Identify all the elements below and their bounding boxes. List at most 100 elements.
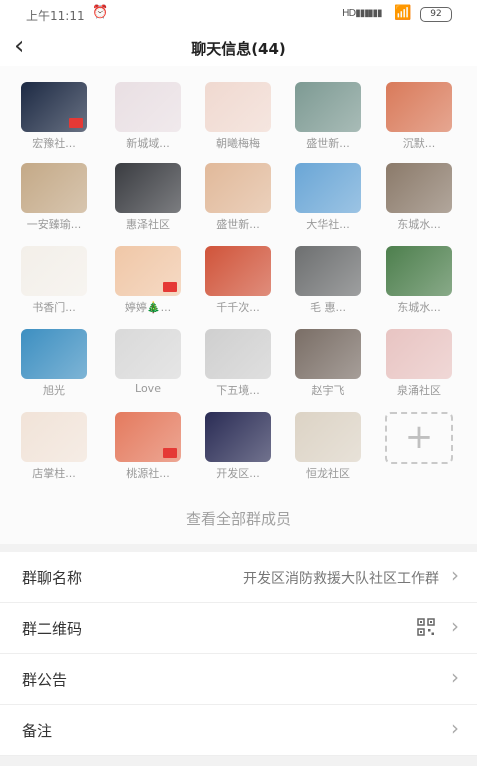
- group-settings: 群聊名称 开发区消防救援大队社区工作群 › 群二维码 › 群公告 › 备注 ›: [0, 552, 477, 756]
- avatar[interactable]: [21, 329, 87, 379]
- member-name: Love: [135, 382, 161, 395]
- member-name: 朝曦梅梅: [216, 137, 260, 150]
- chevron-right-icon: ›: [451, 665, 459, 689]
- remark-row[interactable]: 备注 ›: [0, 705, 477, 756]
- member-item[interactable]: Love: [112, 329, 184, 395]
- member-item[interactable]: 宏豫社...: [18, 82, 90, 151]
- member-item[interactable]: 开发区...: [202, 412, 274, 481]
- wifi-icon: 📶: [394, 5, 412, 21]
- member-item[interactable]: 东城水...: [383, 246, 455, 315]
- member-item[interactable]: 千千次...: [202, 246, 274, 315]
- member-name: 毛 惠...: [310, 301, 346, 314]
- member-name: 赵宇飞: [311, 384, 345, 397]
- avatar[interactable]: [21, 163, 87, 213]
- member-name: 恒龙社区: [306, 467, 350, 480]
- avatar[interactable]: [295, 246, 361, 296]
- group-name-label: 群聊名称: [22, 569, 83, 587]
- chevron-right-icon: ›: [451, 716, 459, 740]
- battery-icon: 92: [420, 7, 452, 22]
- member-item[interactable]: 恒龙社区: [292, 412, 364, 481]
- member-item[interactable]: 赵宇飞: [292, 329, 364, 398]
- member-item[interactable]: 旭光: [18, 329, 90, 398]
- group-notice-label: 群公告: [22, 671, 68, 689]
- group-name-row[interactable]: 群聊名称 开发区消防救援大队社区工作群 ›: [0, 552, 477, 603]
- avatar[interactable]: [205, 82, 271, 132]
- member-item[interactable]: 东城水...: [383, 163, 455, 232]
- alarm-icon: ⏰: [92, 5, 109, 20]
- avatar[interactable]: [386, 82, 452, 132]
- status-time: 上午11:11: [26, 9, 85, 23]
- member-name: 宏豫社...: [32, 137, 76, 150]
- avatar[interactable]: [386, 246, 452, 296]
- member-name: 书香门...: [32, 301, 76, 314]
- member-name: 下五境...: [216, 384, 260, 397]
- member-item[interactable]: 沉默...: [383, 82, 455, 151]
- remark-label: 备注: [22, 722, 53, 740]
- member-name: 东城水...: [397, 301, 441, 314]
- avatar[interactable]: [205, 329, 271, 379]
- member-name: 大华社...: [306, 218, 350, 231]
- member-grid: 宏豫社... 新城域... 朝曦梅梅 盛世新... 沉默... 一安臻瑜... 惠泽社区 盛世…: [0, 66, 477, 544]
- member-item[interactable]: 新城域...: [112, 82, 184, 151]
- member-name: 店掌柱...: [32, 467, 76, 480]
- flag-icon: [163, 282, 177, 292]
- avatar[interactable]: [115, 82, 181, 132]
- status-bar: 上午11:11 ⏰ HD▮▮▮ ▮▮▮ 📶 92: [0, 0, 477, 28]
- avatar[interactable]: [115, 329, 181, 379]
- group-qr-row[interactable]: 群二维码 ›: [0, 603, 477, 654]
- signal-icon-2: ▮▮▮: [368, 8, 382, 19]
- member-item[interactable]: 书香门...: [18, 246, 90, 315]
- member-name: 一安臻瑜...: [26, 218, 82, 231]
- member-item[interactable]: 桃源社...: [112, 412, 184, 481]
- avatar[interactable]: [115, 163, 181, 213]
- member-name: 婷婷🎄...: [124, 301, 172, 314]
- avatar[interactable]: [205, 163, 271, 213]
- member-item[interactable]: 盛世新...: [202, 163, 274, 232]
- group-qr-label: 群二维码: [22, 620, 83, 638]
- member-name: 盛世新...: [216, 218, 260, 231]
- member-name: 盛世新...: [306, 137, 350, 150]
- member-name: 千千次...: [216, 301, 260, 314]
- view-all-members-link[interactable]: 查看全部群成员: [0, 508, 477, 529]
- avatar[interactable]: [386, 329, 452, 379]
- qr-code-icon: [417, 618, 435, 636]
- member-name: 惠泽社区: [126, 218, 170, 231]
- avatar[interactable]: [295, 329, 361, 379]
- member-name: 新城域...: [126, 137, 170, 150]
- member-name: 旭光: [43, 384, 65, 397]
- avatar[interactable]: [205, 412, 271, 462]
- member-item[interactable]: 盛世新...: [292, 82, 364, 151]
- flag-icon: [69, 118, 83, 128]
- avatar[interactable]: [295, 412, 361, 462]
- group-notice-row[interactable]: 群公告 ›: [0, 654, 477, 705]
- avatar[interactable]: [295, 82, 361, 132]
- avatar[interactable]: [115, 246, 181, 296]
- member-item[interactable]: 一安臻瑜...: [18, 163, 90, 232]
- member-item[interactable]: 店掌柱...: [18, 412, 90, 481]
- avatar[interactable]: [21, 246, 87, 296]
- avatar[interactable]: [205, 246, 271, 296]
- avatar[interactable]: [21, 82, 87, 132]
- member-name: 泉涌社区: [397, 384, 441, 397]
- member-name: 桃源社...: [126, 467, 170, 480]
- member-item[interactable]: 大华社...: [292, 163, 364, 232]
- avatar[interactable]: [21, 412, 87, 462]
- chevron-right-icon: ›: [451, 563, 459, 587]
- member-name: 开发区...: [216, 467, 260, 480]
- page-title: 聊天信息(44): [191, 40, 286, 58]
- member-item[interactable]: 泉涌社区: [383, 329, 455, 398]
- avatar[interactable]: [115, 412, 181, 462]
- member-item[interactable]: 惠泽社区: [112, 163, 184, 232]
- chevron-right-icon: ›: [451, 614, 459, 638]
- add-member-icon[interactable]: +: [385, 412, 453, 464]
- member-name: 沉默...: [402, 137, 436, 150]
- nav-bar: ‹ 聊天信息(44): [0, 28, 477, 66]
- avatar[interactable]: [386, 163, 452, 213]
- member-item[interactable]: 下五境...: [202, 329, 274, 398]
- member-item[interactable]: 朝曦梅梅: [202, 82, 274, 151]
- group-name-value: 开发区消防救援大队社区工作群: [243, 571, 439, 587]
- member-item[interactable]: 毛 惠...: [292, 246, 364, 315]
- avatar[interactable]: [295, 163, 361, 213]
- add-member-button[interactable]: +: [383, 412, 455, 464]
- member-item[interactable]: 婷婷🎄...: [112, 246, 184, 315]
